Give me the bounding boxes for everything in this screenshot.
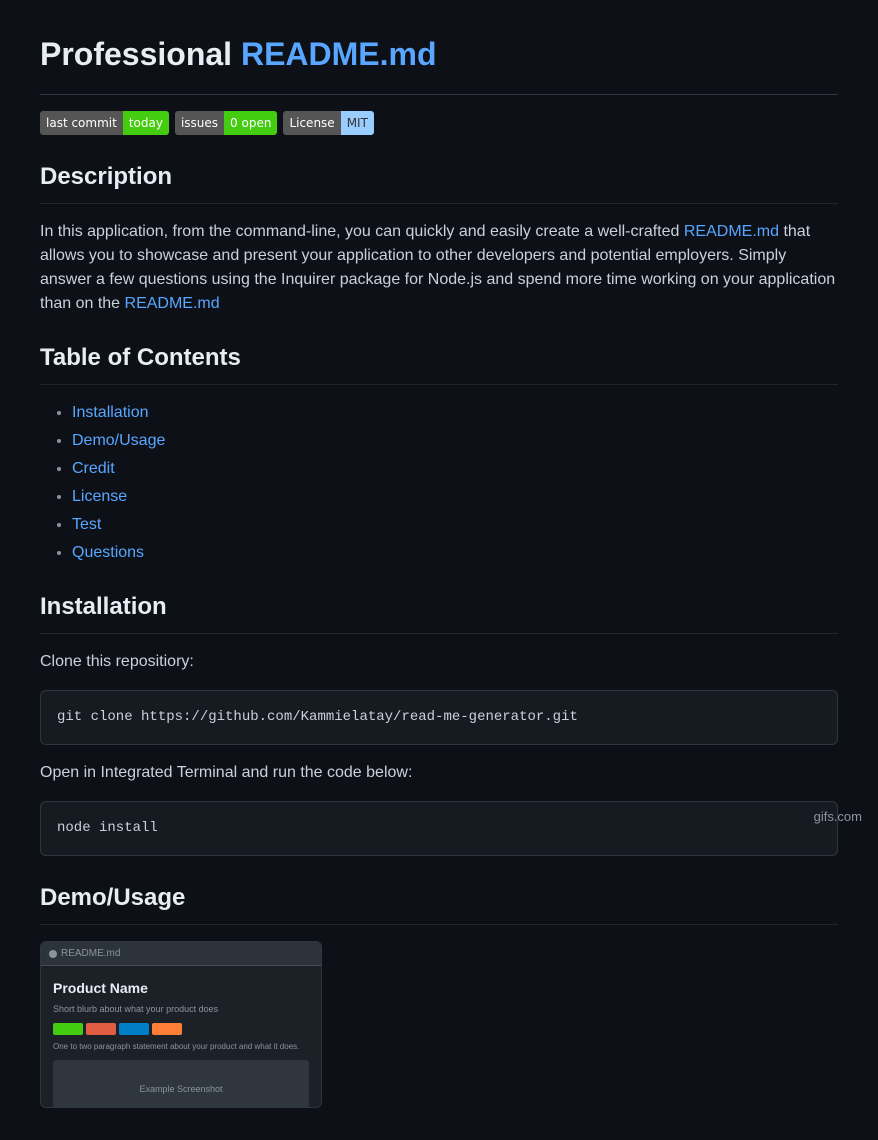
installation-heading: Installation (40, 589, 838, 634)
description-paragraph: In this application, from the command-li… (40, 220, 838, 316)
installation-step2: Open in Integrated Terminal and run the … (40, 761, 838, 785)
badge-last-commit-value: today (123, 111, 169, 135)
list-item: Test (72, 513, 838, 537)
description-readme-link-1[interactable]: README.md (684, 223, 779, 240)
badge-issues-label: issues (175, 111, 224, 135)
toc-link-test[interactable]: Test (72, 516, 101, 533)
badge-license: License MIT (283, 111, 373, 135)
code-node-install: node install (57, 820, 158, 836)
description-readme-link-2[interactable]: README.md (125, 295, 220, 312)
list-item: License (72, 485, 838, 509)
demo-subtitle: Short blurb about what your product does (53, 1003, 309, 1017)
toc-heading: Table of Contents (40, 340, 838, 385)
badge-license-value: MIT (341, 111, 374, 135)
badge-issues: issues 0 open (175, 111, 277, 135)
demo-badge-red (86, 1023, 116, 1035)
badge-last-commit-label: last commit (40, 111, 123, 135)
toc-link-license[interactable]: License (72, 488, 127, 505)
toc-link-questions[interactable]: Questions (72, 544, 144, 561)
list-item: Installation (72, 401, 838, 425)
demo-screenshot-label: Example Screenshot (139, 1083, 222, 1097)
demo-badge-row (53, 1023, 309, 1035)
demo-content: Product Name Short blurb about what your… (41, 966, 321, 1108)
list-item: Credit (72, 457, 838, 481)
demo-screenshot-box: Example Screenshot (53, 1060, 309, 1108)
demo-product-name: Product Name (53, 978, 309, 999)
demo-topbar-label: README.md (61, 946, 120, 961)
code-git-clone: git clone https://github.com/Kammielatay… (57, 709, 578, 725)
badge-last-commit: last commit today (40, 111, 169, 135)
badges-row: last commit today issues 0 open License … (40, 111, 838, 135)
page-title: Professional README.md (40, 30, 838, 95)
readme-title-link[interactable]: README.md (241, 36, 437, 72)
demo-heading: Demo/Usage (40, 880, 838, 925)
toc-link-demousage[interactable]: Demo/Usage (72, 432, 165, 449)
demo-image: README.md Product Name Short blurb about… (40, 941, 322, 1108)
toc-link-credit[interactable]: Credit (72, 460, 115, 477)
gifs-watermark: gifs.com (814, 807, 862, 827)
badge-license-label: License (283, 111, 340, 135)
demo-topbar: README.md (41, 942, 321, 966)
code-block-git-clone: git clone https://github.com/Kammielatay… (40, 690, 838, 745)
title-prefix: Professional (40, 36, 241, 72)
demo-dot-1 (49, 950, 57, 958)
list-item: Questions (72, 541, 838, 565)
demo-badge-green (53, 1023, 83, 1035)
demo-image-container: README.md Product Name Short blurb about… (40, 941, 838, 1108)
installation-step1: Clone this repositiory: (40, 650, 838, 674)
description-text-1: In this application, from the command-li… (40, 223, 684, 240)
demo-badge-orange (152, 1023, 182, 1035)
description-heading: Description (40, 159, 838, 204)
list-item: Demo/Usage (72, 429, 838, 453)
demo-paragraph: One to two paragraph statement about you… (53, 1041, 309, 1052)
demo-badge-blue (119, 1023, 149, 1035)
toc-list: Installation Demo/Usage Credit License T… (40, 401, 838, 565)
badge-issues-value: 0 open (224, 111, 277, 135)
toc-link-installation[interactable]: Installation (72, 404, 149, 421)
code-block-node-install: node install (40, 801, 838, 856)
